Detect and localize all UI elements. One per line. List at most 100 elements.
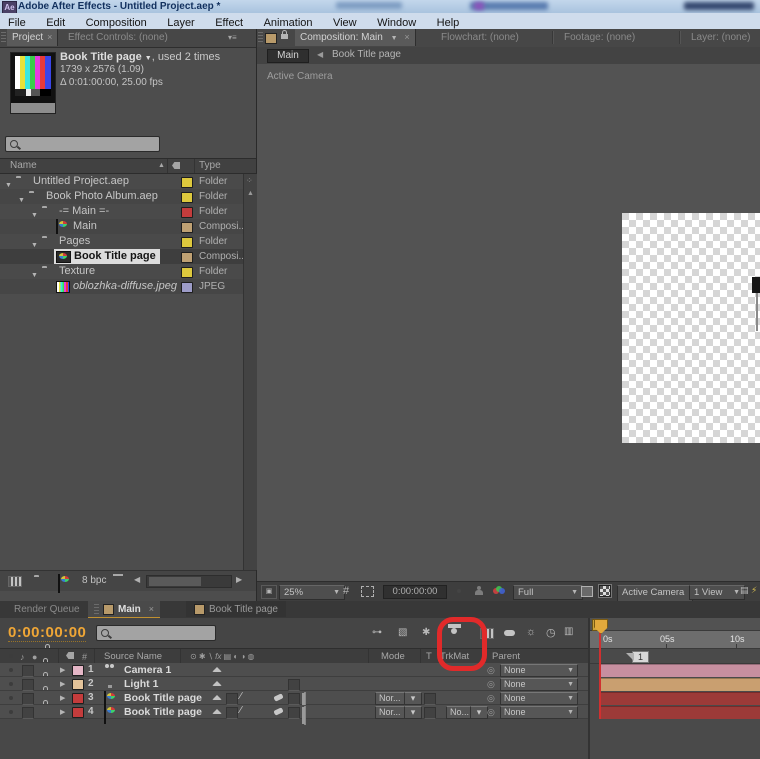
brainstorm-icon[interactable]: ☼: [526, 626, 536, 638]
comp-viewport[interactable]: Active Camera: [257, 64, 760, 581]
audio-toggle[interactable]: [22, 693, 34, 705]
column-name[interactable]: Name: [10, 160, 37, 171]
scroll-right-icon[interactable]: ▶: [236, 575, 242, 584]
draft-3d-icon[interactable]: ▧: [398, 627, 407, 638]
label-chip[interactable]: [181, 222, 193, 233]
menu-edit[interactable]: Edit: [38, 16, 73, 29]
tab-composition-main[interactable]: Composition: Main ▼ ×: [295, 29, 416, 46]
audio-column-icon[interactable]: ♪: [20, 652, 25, 662]
parent-dropdown[interactable]: None▼: [500, 692, 578, 705]
playhead-line[interactable]: [599, 631, 601, 719]
trkmat-box[interactable]: [424, 707, 436, 719]
layer-name[interactable]: Book Title page: [124, 706, 202, 718]
parent-dropdown[interactable]: None▼: [500, 706, 578, 719]
layer-name[interactable]: Light 1: [124, 678, 158, 690]
comp-timecode[interactable]: 0:00:00:00: [383, 585, 447, 599]
expand-arrow-icon[interactable]: ▶: [60, 694, 65, 702]
layer-bar-4[interactable]: [600, 706, 760, 719]
label-chip[interactable]: [72, 679, 84, 690]
layer-row-2[interactable]: ▶ 2 Light 1 ◎ None▼: [0, 677, 588, 691]
label-chip[interactable]: [181, 192, 193, 203]
flowchart-view-icon[interactable]: ⁘: [246, 176, 253, 185]
audio-toggle[interactable]: [22, 707, 34, 719]
live-update-icon[interactable]: ✱: [422, 627, 430, 638]
lock-icon[interactable]: [281, 34, 288, 39]
project-hscrollbar[interactable]: [146, 575, 232, 588]
tab-render-queue[interactable]: Render Queue: [8, 601, 86, 618]
collapse-switch-icon[interactable]: [212, 681, 222, 686]
tab-layer[interactable]: Layer: (none): [685, 29, 756, 46]
tree-row[interactable]: ▼ Texture Folder: [0, 264, 243, 279]
column-mode[interactable]: Mode: [381, 651, 405, 662]
transparency-grid-icon[interactable]: [599, 585, 611, 597]
label-chip[interactable]: [181, 207, 193, 218]
expand-arrow-icon[interactable]: ▶: [60, 680, 65, 688]
pickwhip-icon[interactable]: ◎: [487, 679, 495, 690]
switch-box[interactable]: [288, 679, 300, 691]
menu-composition[interactable]: Composition: [78, 16, 155, 29]
region-of-interest-icon[interactable]: [361, 586, 374, 597]
safe-margins-icon[interactable]: #: [343, 585, 349, 597]
layer-row-4[interactable]: ▶ 4 Book Title page ∕ Nor... ▾ No... ▾ ◎…: [0, 705, 588, 719]
tree-row-selected[interactable]: Book Title page Composi...: [0, 249, 243, 264]
column-parent[interactable]: Parent: [492, 651, 520, 662]
number-column-icon[interactable]: #: [82, 652, 87, 662]
tab-project[interactable]: Project×: [7, 29, 58, 46]
parent-dropdown[interactable]: None▼: [500, 664, 578, 677]
view-layout-dropdown[interactable]: 1 View▼: [689, 585, 745, 600]
panel-grip[interactable]: [1, 32, 6, 44]
menu-view[interactable]: View: [325, 16, 365, 29]
tab-flowchart[interactable]: Flowchart: (none): [435, 29, 525, 46]
threed-switch-icon[interactable]: [304, 706, 306, 725]
panel-grip[interactable]: [258, 32, 263, 44]
breadcrumb-current[interactable]: Main: [267, 49, 309, 63]
layer-row-3[interactable]: ▶ 3 Book Title page ∕ Nor... ▾ ◎ None▼: [0, 691, 588, 705]
menu-help[interactable]: Help: [429, 16, 468, 29]
timeline-search-input[interactable]: [96, 625, 216, 641]
comp-marker-1[interactable]: 1: [632, 651, 649, 663]
graph-editor-icon[interactable]: ▥: [564, 626, 573, 637]
current-time-display[interactable]: 0:00:00:00: [8, 624, 86, 642]
tab-effect-controls[interactable]: Effect Controls: (none): [62, 29, 174, 46]
switch-box[interactable]: [288, 707, 300, 719]
pickwhip-icon[interactable]: ◎: [487, 693, 495, 704]
collapse-switch-icon[interactable]: [212, 667, 222, 672]
layer-name[interactable]: Book Title page: [124, 692, 202, 704]
new-composition-icon[interactable]: [58, 574, 60, 593]
label-chip[interactable]: [181, 177, 193, 188]
close-icon[interactable]: ×: [47, 32, 52, 42]
collapse-switch-icon[interactable]: [212, 709, 222, 714]
scrollbar-thumb[interactable]: [149, 577, 201, 586]
pickwhip-icon[interactable]: ◎: [487, 665, 495, 676]
label-column-icon[interactable]: [172, 162, 180, 169]
mini-flowchart-icon[interactable]: ⊶: [372, 627, 382, 638]
column-source-name[interactable]: Source Name: [104, 651, 162, 662]
label-chip[interactable]: [181, 267, 193, 278]
time-navigator[interactable]: [590, 618, 760, 631]
audio-toggle[interactable]: [22, 665, 34, 677]
tree-row[interactable]: ▼ Book Photo Album.aep Folder: [0, 189, 243, 204]
layer-bar-3[interactable]: [600, 692, 760, 705]
tree-row[interactable]: ▼ Pages Folder: [0, 234, 243, 249]
panel-menu-icon[interactable]: ▾≡: [228, 33, 237, 42]
target-region-icon[interactable]: [581, 586, 593, 597]
menu-window[interactable]: Window: [369, 16, 424, 29]
switch-box[interactable]: [226, 707, 238, 719]
switch-box[interactable]: [288, 693, 300, 705]
chevron-down-icon[interactable]: ▼: [391, 35, 398, 42]
mode-dropdown-arrow[interactable]: ▾: [404, 692, 422, 705]
tree-row[interactable]: Main Composi...: [0, 219, 243, 234]
tab-footage[interactable]: Footage: (none): [558, 29, 641, 46]
project-vscrollbar[interactable]: ⁘ ▲: [243, 174, 257, 570]
label-chip[interactable]: [181, 252, 193, 263]
menu-animation[interactable]: Animation: [256, 16, 321, 29]
chevron-down-icon[interactable]: ▼: [145, 55, 152, 62]
trkmat-box[interactable]: [424, 693, 436, 705]
label-chip[interactable]: [72, 665, 84, 676]
label-chip[interactable]: [72, 707, 84, 718]
trkmat-dropdown-arrow[interactable]: ▾: [470, 706, 488, 719]
auto-keyframe-icon[interactable]: ◷: [546, 626, 556, 639]
label-chip[interactable]: [72, 693, 84, 704]
interpret-footage-icon[interactable]: [8, 576, 22, 587]
always-preview-icon[interactable]: ▣: [261, 585, 277, 599]
